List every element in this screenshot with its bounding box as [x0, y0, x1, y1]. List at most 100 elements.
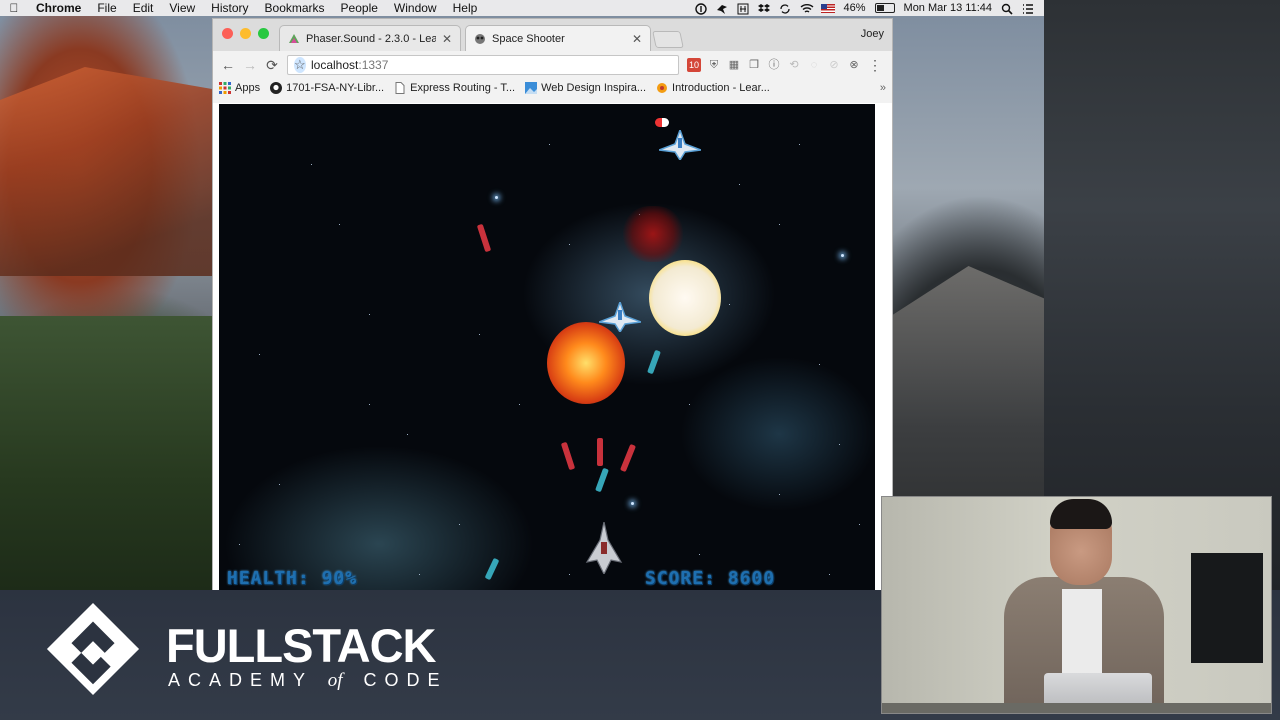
background-star: [369, 314, 370, 315]
bookmark-introduction[interactable]: Introduction - Lear...: [656, 82, 770, 94]
history-extension-icon[interactable]: ⊗: [847, 58, 861, 72]
bookmark-label: Web Design Inspira...: [541, 82, 647, 94]
tab-title: Space Shooter: [492, 32, 565, 45]
back-arrow-icon[interactable]: ←: [217, 57, 239, 73]
bookmarks-bar: Apps 1701-FSA-NY-Libr... Express Routing…: [213, 79, 892, 97]
grid-app-icon[interactable]: [737, 3, 749, 14]
chrome-menu-icon[interactable]: ⋮: [868, 57, 882, 74]
profile-name[interactable]: Joey: [861, 28, 884, 40]
dropbox-icon[interactable]: [757, 3, 770, 14]
puzzle-extension-icon[interactable]: ▦: [727, 58, 741, 72]
background-star: [779, 494, 780, 495]
menu-people[interactable]: People: [333, 1, 386, 15]
forward-arrow-icon[interactable]: →: [239, 57, 261, 73]
brand-code: CODE: [363, 670, 448, 690]
shield-extension-icon[interactable]: ⛨: [707, 58, 721, 72]
bookmark-label: Introduction - Lear...: [672, 82, 770, 94]
battery-icon[interactable]: [874, 3, 895, 13]
browser-toolbar: ← → ⟳ ⓘ localhost:1337 ☆ 10 ⛨ ▦ ❐ ⓘ ⟲ ◌ …: [213, 51, 892, 79]
background-star: [839, 444, 840, 445]
player-bullet: [597, 438, 603, 466]
close-window-button[interactable]: [222, 28, 233, 39]
background-star: [841, 254, 844, 257]
background-star: [819, 364, 820, 365]
refresh-extension-icon[interactable]: ⟲: [787, 58, 801, 72]
laser-bolt: [484, 557, 500, 581]
background-star: [569, 574, 570, 575]
background-star: [859, 524, 860, 525]
background-star: [239, 544, 240, 545]
stack-extension-icon[interactable]: ❐: [747, 58, 761, 72]
background-star: [479, 334, 480, 335]
wifi-icon[interactable]: [800, 3, 813, 14]
menu-clock[interactable]: Mon Mar 13 11:44: [904, 2, 992, 14]
brand-academy: ACADEMY: [168, 670, 313, 690]
disabled-extension-icon[interactable]: ⊘: [827, 58, 841, 72]
background-star: [549, 144, 550, 145]
minimize-window-button[interactable]: [240, 28, 251, 39]
health-readout: HEALTH: 90%: [227, 568, 358, 589]
menu-history[interactable]: History: [203, 1, 256, 15]
us-flag-input-icon[interactable]: [820, 3, 835, 13]
menu-bookmarks[interactable]: Bookmarks: [257, 1, 333, 15]
presenter-hair: [1050, 499, 1112, 529]
notification-center-icon[interactable]: [1022, 3, 1034, 14]
space-shooter-canvas[interactable]: HEALTH: 90% SCORE: 8600: [219, 104, 875, 590]
phaser-favicon-icon: [288, 33, 300, 45]
player-bullet: [619, 443, 637, 473]
bird-icon[interactable]: [716, 3, 728, 14]
reload-icon[interactable]: ⟳: [261, 57, 283, 74]
bookmark-label: Express Routing - T...: [410, 82, 516, 94]
menu-window[interactable]: Window: [386, 1, 445, 15]
background-star: [699, 554, 700, 555]
zoom-window-button[interactable]: [258, 28, 269, 39]
background-star: [729, 304, 730, 305]
bookmark-github[interactable]: 1701-FSA-NY-Libr...: [270, 82, 384, 94]
bookmark-express-routing[interactable]: Express Routing - T...: [394, 82, 515, 94]
new-tab-button[interactable]: [652, 31, 684, 48]
menu-edit[interactable]: Edit: [125, 1, 162, 15]
background-star: [407, 434, 408, 435]
background-star: [419, 574, 420, 575]
tab-close-icon[interactable]: ✕: [632, 32, 642, 46]
menu-view[interactable]: View: [161, 1, 203, 15]
tab-phaser-sound[interactable]: Phaser.Sound - 2.3.0 - Learn ✕: [279, 25, 461, 51]
menu-file[interactable]: File: [89, 1, 124, 15]
tab-close-icon[interactable]: ✕: [442, 32, 452, 46]
brand-of: of: [327, 670, 343, 691]
webcam-feed: [881, 496, 1272, 714]
tab-space-shooter[interactable]: Space Shooter ✕: [465, 25, 651, 51]
menu-help[interactable]: Help: [445, 1, 486, 15]
faded-extension-icon[interactable]: ◌: [807, 58, 821, 72]
tab-title: Phaser.Sound - 2.3.0 - Learn: [306, 32, 436, 45]
gmail-extension-icon[interactable]: 10: [687, 58, 701, 72]
menu-app-name[interactable]: Chrome: [28, 1, 89, 15]
brand-wordmark: FULLSTACK: [166, 619, 436, 672]
bookmark-star-icon[interactable]: ☆: [294, 57, 306, 73]
background-star: [459, 524, 460, 525]
background-star: [739, 184, 740, 185]
background-star: [631, 502, 634, 505]
onepassword-extension-icon[interactable]: ⓘ: [767, 58, 781, 72]
background-star: [311, 164, 312, 165]
sync-icon[interactable]: [779, 3, 791, 14]
spotlight-search-icon[interactable]: [1001, 3, 1013, 15]
fullstack-logo-icon: [46, 602, 140, 696]
background-star: [799, 144, 800, 145]
background-star: [829, 574, 830, 575]
explosion-fireball: [547, 322, 625, 404]
address-bar[interactable]: ⓘ localhost:1337 ☆: [287, 55, 679, 75]
apple-menu-icon[interactable]: : [0, 1, 28, 15]
onepassword-icon[interactable]: [694, 2, 707, 15]
webcam-desk: [882, 703, 1271, 713]
laser-bolt: [595, 467, 609, 493]
background-star: [569, 244, 570, 245]
address-host: localhost: [311, 58, 359, 72]
apps-grid-icon: [219, 82, 231, 94]
bookmark-apps[interactable]: Apps: [219, 82, 260, 94]
bookmarks-overflow-icon[interactable]: »: [880, 82, 886, 94]
background-star: [369, 404, 370, 405]
menu-status-area: 46% Mon Mar 13 11:44: [694, 2, 1045, 15]
bookmark-web-design[interactable]: Web Design Inspira...: [525, 82, 646, 94]
page-icon: [394, 82, 406, 94]
